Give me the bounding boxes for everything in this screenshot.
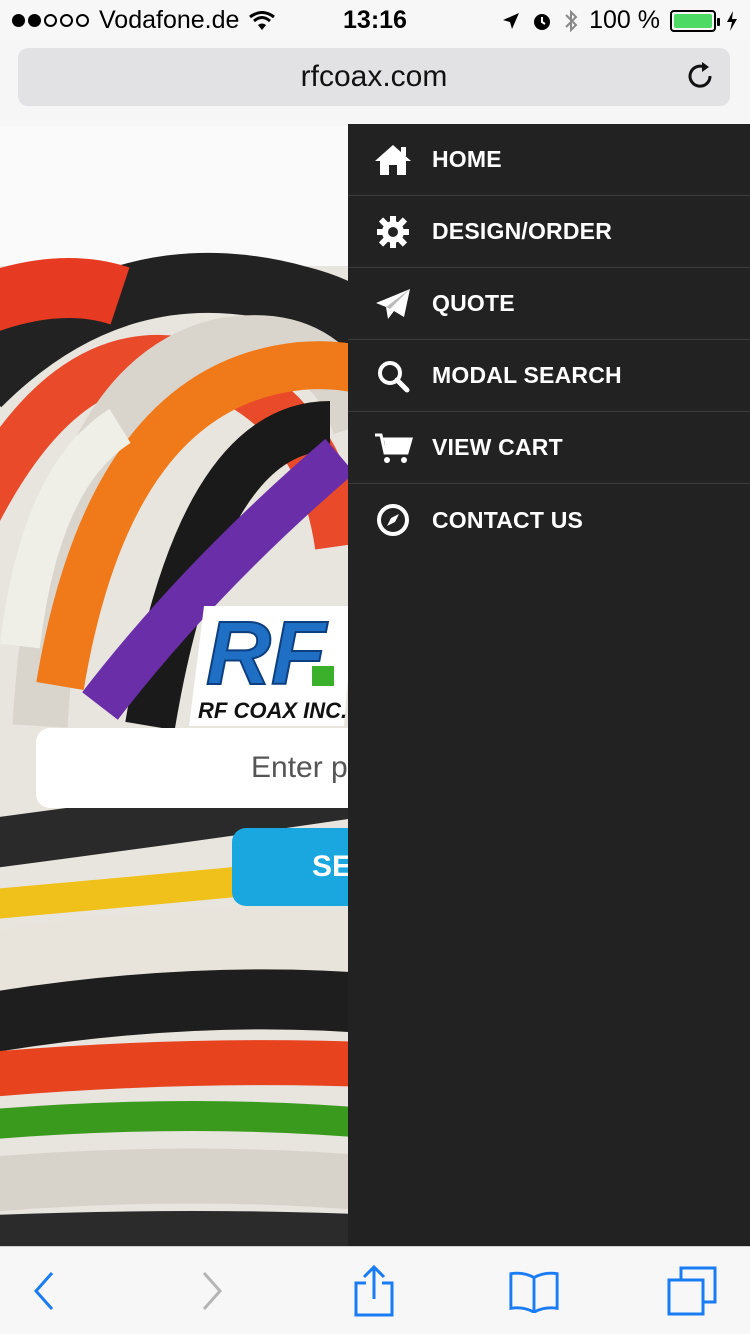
paper-plane-icon — [348, 287, 438, 321]
share-button[interactable] — [348, 1265, 400, 1317]
location-arrow-icon — [503, 12, 520, 29]
menu-label-contact-us: CONTACT US — [432, 506, 584, 533]
forward-chevron-icon — [202, 1272, 223, 1310]
menu-label-home: HOME — [432, 146, 502, 172]
charging-bolt-icon — [727, 10, 737, 31]
menu-item-home[interactable]: HOME — [348, 124, 750, 196]
menu-label-quote: QUOTE — [432, 290, 515, 316]
search-icon — [348, 359, 438, 393]
logo-company-text: RF COAX INC. — [198, 698, 347, 723]
logo-rf-text: RF — [206, 604, 328, 704]
bluetooth-icon — [565, 9, 578, 32]
reload-icon[interactable] — [684, 60, 716, 92]
menu-item-view-cart[interactable]: VIEW CART — [348, 412, 750, 484]
status-right: 100 % — [501, 6, 738, 35]
menu-item-modal-search[interactable]: MODAL SEARCH — [348, 340, 750, 412]
share-icon — [354, 1265, 394, 1317]
menu-label-modal-search: MODAL SEARCH — [432, 362, 622, 388]
status-bar: Vodafone.de 13:16 100 % — [0, 0, 750, 40]
address-bar[interactable]: rfcoax.com — [18, 48, 730, 106]
cart-icon — [348, 431, 438, 465]
home-icon — [348, 143, 438, 177]
back-chevron-icon — [33, 1272, 54, 1310]
alarm-icon — [534, 13, 551, 30]
bookmarks-book-icon — [509, 1271, 559, 1313]
bookmarks-button[interactable] — [508, 1265, 560, 1317]
url-text: rfcoax.com — [300, 60, 448, 93]
search-button-label: SE — [312, 850, 353, 883]
compass-icon — [348, 503, 438, 537]
battery-icon — [670, 9, 720, 32]
browser-toolbar — [0, 1246, 750, 1334]
battery-percent: 100 % — [589, 6, 660, 34]
forward-button[interactable] — [186, 1265, 238, 1317]
menu-item-contact-us[interactable]: CONTACT US — [348, 484, 750, 556]
menu-item-design-order[interactable]: DESIGN/ORDER — [348, 196, 750, 268]
search-placeholder: Enter p — [251, 751, 348, 784]
back-button[interactable] — [18, 1265, 70, 1317]
navigation-drawer: HOME DESIGN/ORDER QUOTE MODAL SEARCH VIE… — [348, 124, 750, 1246]
tabs-button[interactable] — [666, 1265, 718, 1317]
tabs-icon — [667, 1266, 717, 1316]
gear-icon — [348, 215, 438, 249]
menu-item-quote[interactable]: QUOTE — [348, 268, 750, 340]
menu-label-design-order: DESIGN/ORDER — [432, 218, 613, 244]
menu-label-view-cart: VIEW CART — [432, 434, 563, 460]
